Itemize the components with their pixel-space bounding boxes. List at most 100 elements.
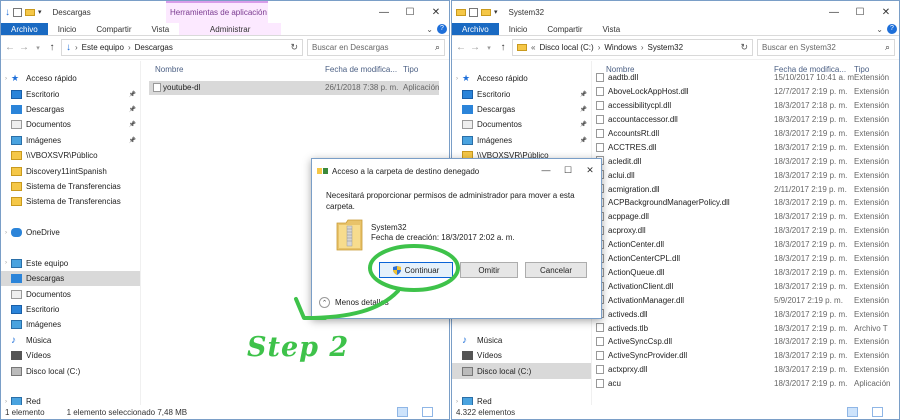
file-row[interactable]: acmigration.dll 2/11/2017 2:19 p. m. Exten… xyxy=(592,182,899,196)
minimize-button[interactable]: — xyxy=(371,1,397,23)
file-row[interactable]: activeds.dll 18/3/2017 2:19 p. m. Extensió… xyxy=(592,307,899,321)
tab-compartir[interactable]: Compartir xyxy=(537,23,592,35)
file-row[interactable]: ActiveSyncProvider.dll 18/3/2017 2:19 p. … xyxy=(592,349,899,363)
sidebar-item[interactable]: Vídeos xyxy=(452,348,591,363)
large-icons-view-icon[interactable] xyxy=(422,407,433,417)
file-row[interactable]: acu 18/3/2017 2:19 p. m. Aplicación xyxy=(592,377,899,391)
help-icon[interactable]: ? xyxy=(437,24,447,34)
chevron-down-icon[interactable]: ⌄ xyxy=(426,25,433,34)
sidebar-item[interactable]: Escritorio xyxy=(1,302,140,317)
sidebar-item[interactable]: Escritorio 📌 xyxy=(452,86,591,101)
search-input[interactable]: Buscar en System32 ⌕ xyxy=(757,39,895,56)
tab-archivo[interactable]: Archivo xyxy=(1,23,48,35)
chevron-down-icon[interactable]: ⌄ xyxy=(876,25,883,34)
sidebar-item[interactable]: Documentos 📌 xyxy=(452,117,591,132)
back-arrow-icon[interactable]: ← xyxy=(5,42,15,53)
sidebar-item[interactable]: Discovery11intSpanish xyxy=(1,163,140,178)
close-button[interactable]: ✕ xyxy=(423,1,449,23)
sidebar-item[interactable]: Imágenes xyxy=(1,317,140,332)
search-input[interactable]: Buscar en Descargas ⌕ xyxy=(307,39,445,56)
sidebar-item[interactable]: ♪ Música xyxy=(452,333,591,348)
file-row[interactable]: aclui.dll 18/3/2017 2:19 p. m. Extensión xyxy=(592,168,899,182)
pin-icon[interactable]: 📌 xyxy=(580,137,587,144)
expand-chevron-icon[interactable]: › xyxy=(1,399,11,405)
skip-button[interactable]: Omitir xyxy=(460,262,518,278)
minimize-button[interactable]: — xyxy=(821,1,847,23)
sidebar-item[interactable]: Descargas 📌 xyxy=(452,102,591,117)
dialog-minimize-button[interactable]: — xyxy=(535,159,557,181)
address-bar[interactable]: ↓ › Este equipo › Descargas ↻ xyxy=(61,39,303,56)
sidebar-item[interactable]: Imágenes 📌 xyxy=(1,133,140,148)
file-row[interactable]: AccountsRt.dll 18/3/2017 2:19 p. m. Extens… xyxy=(592,127,899,141)
sidebar-item[interactable]: ♪ Música xyxy=(1,333,140,348)
sidebar-item[interactable]: › Este equipo xyxy=(1,256,140,271)
new-folder-icon[interactable] xyxy=(25,8,35,16)
maximize-button[interactable]: ☐ xyxy=(397,1,423,23)
file-row[interactable]: ActionQueue.dll 18/3/2017 2:19 p. m. Exten… xyxy=(592,266,899,280)
pin-icon[interactable]: 📌 xyxy=(129,137,136,144)
pin-icon[interactable]: 📌 xyxy=(580,106,587,113)
sidebar-item[interactable]: › ★ Acceso rápido xyxy=(1,71,140,86)
expand-chevron-icon[interactable]: › xyxy=(1,76,11,82)
file-row[interactable]: acledit.dll 18/3/2017 2:19 p. m. Extensión xyxy=(592,154,899,168)
column-header-date[interactable]: Fecha de modifica... xyxy=(325,65,397,74)
column-header-type[interactable]: Tipo xyxy=(403,65,418,74)
file-row[interactable]: acproxy.dll 18/3/2017 2:19 p. m. Extensión xyxy=(592,224,899,238)
tab-inicio[interactable]: Inicio xyxy=(48,23,87,35)
new-folder-icon[interactable] xyxy=(481,8,491,16)
file-row[interactable]: AboveLockAppHost.dll 12/7/2017 2:19 p. m.… xyxy=(592,85,899,99)
pin-icon[interactable]: 📌 xyxy=(129,121,136,128)
breadcrumb-windows[interactable]: Windows xyxy=(604,43,636,52)
file-row[interactable]: activeds.tlb 18/3/2017 2:19 p. m. Archivo … xyxy=(592,321,899,335)
file-row[interactable]: ActivationClient.dll 18/3/2017 2:19 p. m.… xyxy=(592,280,899,294)
sidebar-item[interactable]: Descargas 📌 xyxy=(1,102,140,117)
tab-compartir[interactable]: Compartir xyxy=(86,23,141,35)
expand-chevron-icon[interactable]: › xyxy=(452,76,462,82)
sidebar-item[interactable]: Sistema de Transferencias xyxy=(1,194,140,209)
sidebar-item[interactable]: Sistema de Transferencias xyxy=(1,179,140,194)
refresh-icon[interactable]: ↻ xyxy=(290,42,298,53)
recent-dropdown-icon[interactable]: ▾ xyxy=(33,44,43,52)
address-bar[interactable]: « Disco local (C:) › Windows › System32 … xyxy=(512,39,753,56)
tab-inicio[interactable]: Inicio xyxy=(499,23,538,35)
file-row[interactable]: youtube-dl 26/1/2018 7:38 p. m. Aplicación xyxy=(149,81,439,95)
properties-icon[interactable] xyxy=(469,7,478,17)
recent-dropdown-icon[interactable]: ▾ xyxy=(484,44,494,52)
details-view-icon[interactable] xyxy=(397,407,408,417)
file-row[interactable]: actxprxy.dll 18/3/2017 2:19 p. m. Extensió… xyxy=(592,363,899,377)
sidebar-item[interactable]: › OneDrive xyxy=(1,225,140,240)
file-row[interactable]: ACPBackgroundManagerPolicy.dll 18/3/2017 … xyxy=(592,196,899,210)
file-row[interactable]: ACCTRES.dll 18/3/2017 2:19 p. m. Extensión xyxy=(592,141,899,155)
close-button[interactable]: ✕ xyxy=(873,1,899,23)
tab-vista[interactable]: Vista xyxy=(593,23,631,35)
sidebar-item[interactable]: Imágenes 📌 xyxy=(452,133,591,148)
sidebar-item[interactable]: \\VBOXSVR\Público xyxy=(1,148,140,163)
sidebar-item[interactable]: Vídeos xyxy=(1,348,140,363)
continue-button[interactable]: Continuar xyxy=(379,262,453,278)
pin-icon[interactable]: 📌 xyxy=(580,121,587,128)
pin-icon[interactable]: 📌 xyxy=(580,91,587,98)
forward-arrow-icon[interactable]: → xyxy=(470,42,480,53)
sidebar-item[interactable]: Escritorio 📌 xyxy=(1,86,140,101)
sidebar-item[interactable]: Disco local (C:) xyxy=(452,363,591,379)
file-row[interactable]: aadtb.dll 15/10/2017 10:41 a. m. Extensión xyxy=(592,71,899,85)
forward-arrow-icon[interactable]: → xyxy=(19,42,29,53)
file-row[interactable]: accountaccessor.dll 18/3/2017 2:19 p. m. E… xyxy=(592,113,899,127)
dialog-close-button[interactable]: ✕ xyxy=(579,159,601,181)
expand-chevron-icon[interactable]: › xyxy=(1,230,11,236)
sidebar-item[interactable]: Documentos 📌 xyxy=(1,117,140,132)
pin-icon[interactable]: 📌 xyxy=(129,91,136,98)
breadcrumb-system32[interactable]: System32 xyxy=(647,43,683,52)
expand-chevron-icon[interactable]: › xyxy=(1,260,11,266)
maximize-button[interactable]: ☐ xyxy=(847,1,873,23)
file-row[interactable]: ActivationManager.dll 5/9/2017 2:19 p. m.… xyxy=(592,293,899,307)
file-row[interactable]: ActionCenterCPL.dll 18/3/2017 2:19 p. m. E… xyxy=(592,252,899,266)
properties-icon[interactable] xyxy=(13,7,22,17)
breadcrumb-overflow-icon[interactable]: « xyxy=(531,43,535,52)
up-arrow-icon[interactable]: ↑ xyxy=(498,42,508,53)
pin-icon[interactable]: 📌 xyxy=(129,106,136,113)
sidebar-item[interactable]: Disco local (C:) xyxy=(1,363,140,378)
sidebar-item[interactable]: Documentos xyxy=(1,286,140,301)
back-arrow-icon[interactable]: ← xyxy=(456,42,466,53)
customize-dropdown-icon[interactable]: ▾ xyxy=(38,8,42,16)
